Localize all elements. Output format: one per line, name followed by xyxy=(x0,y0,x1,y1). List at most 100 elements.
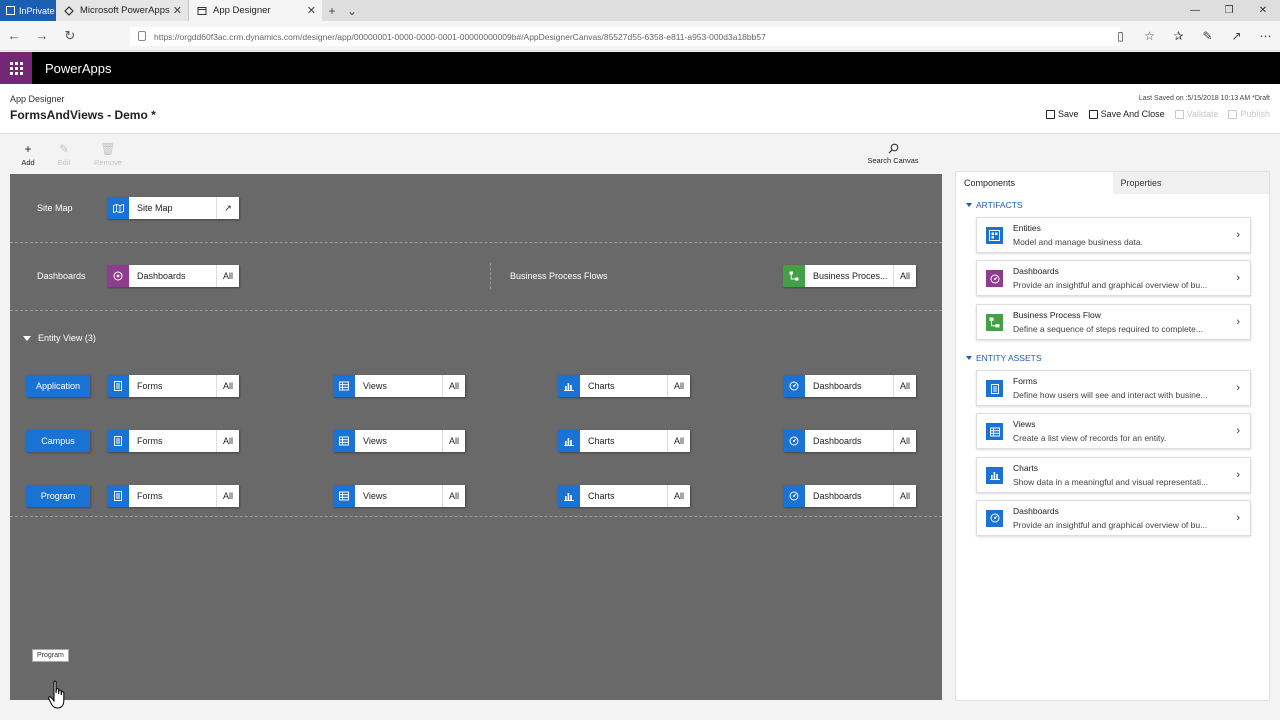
component-card-charts[interactable]: Charts Show data in a meaningful and visu… xyxy=(976,456,1251,493)
edit-button[interactable]: ✎ Edit xyxy=(44,143,84,167)
business-process-flows-tile[interactable]: Business Proces... All xyxy=(783,265,916,287)
tab-components[interactable]: Components xyxy=(956,172,1113,194)
refresh-icon[interactable]: ↻ xyxy=(56,28,84,44)
forms-tile[interactable]: Forms All xyxy=(107,430,239,452)
new-tab-icon[interactable]: + xyxy=(322,0,342,21)
browser-tab-app-designer[interactable]: App Designer ✕ xyxy=(189,0,322,21)
card-description: Create a list view of records for an ent… xyxy=(1013,433,1167,444)
chart-icon xyxy=(986,466,1003,484)
card-title: Dashboards xyxy=(1013,505,1059,516)
address-input[interactable]: https://orgdd60f3ac.crm.dynamics.com/des… xyxy=(130,27,1120,46)
entity-tooltip: Program xyxy=(32,649,69,662)
all-selector[interactable]: All xyxy=(667,375,690,397)
all-selector[interactable]: All xyxy=(216,485,239,507)
all-selector[interactable]: All xyxy=(442,375,465,397)
entity-view-header[interactable]: Entity View (3) xyxy=(38,333,96,343)
chart-icon xyxy=(558,375,580,397)
charts-tile[interactable]: Charts All xyxy=(558,485,690,507)
all-selector[interactable]: All xyxy=(667,430,690,452)
forms-tile[interactable]: Forms All xyxy=(107,485,239,507)
dashboard-icon xyxy=(783,430,805,452)
form-icon xyxy=(107,430,129,452)
chevron-right-icon: › xyxy=(1236,229,1240,241)
card-title: Views xyxy=(1013,419,1036,430)
forms-tile[interactable]: Forms All xyxy=(107,375,239,397)
collapse-chevron-icon[interactable] xyxy=(23,336,31,341)
component-card-dashboards[interactable]: Dashboards Provide an insightful and grap… xyxy=(976,260,1251,297)
brand-name[interactable]: PowerApps xyxy=(32,61,111,76)
chevron-right-icon: › xyxy=(1236,272,1240,285)
tab-close-icon[interactable]: ✕ xyxy=(173,4,182,17)
browser-tab-powerapps[interactable]: Microsoft PowerApps ✕ xyxy=(56,0,189,21)
share-icon[interactable]: ↗ xyxy=(1222,21,1251,51)
reading-view-icon[interactable]: ▯ xyxy=(1106,21,1135,51)
forward-icon[interactable]: → xyxy=(28,28,56,43)
all-selector[interactable]: All xyxy=(216,265,239,287)
entities-icon xyxy=(986,227,1003,244)
all-selector[interactable]: All xyxy=(893,375,916,397)
all-selector[interactable]: All xyxy=(442,430,465,452)
entity-button-application[interactable]: Application xyxy=(26,375,90,397)
save-button[interactable]: Save xyxy=(1046,109,1079,119)
tab-list-chevron-icon[interactable]: ⌄ xyxy=(342,0,362,21)
add-button[interactable]: + Add xyxy=(8,143,48,167)
site-map-tile[interactable]: Site Map ↗ xyxy=(107,197,239,219)
publish-button[interactable]: Publish xyxy=(1228,109,1270,119)
all-selector[interactable]: All xyxy=(893,485,916,507)
favorites-hub-icon[interactable]: ✰ xyxy=(1164,21,1193,51)
all-selector[interactable]: All xyxy=(216,375,239,397)
all-selector[interactable]: All xyxy=(442,485,465,507)
component-card-business-process-flow[interactable]: Business Process Flow Define a sequence o… xyxy=(976,303,1251,340)
map-icon xyxy=(107,197,129,219)
dashboards-tile[interactable]: Dashboards All xyxy=(783,375,916,397)
page-favicon-icon xyxy=(197,6,207,15)
entity-button-program[interactable]: Program xyxy=(26,485,90,507)
dashboards-tile[interactable]: Dashboards All xyxy=(783,430,916,452)
app-designer-canvas: Site Map Site Map ↗ Dashboards Dashboard… xyxy=(10,174,942,709)
save-icon xyxy=(1046,109,1056,119)
form-icon xyxy=(107,485,129,507)
component-card-forms[interactable]: Forms Define how users will see and inter… xyxy=(976,370,1251,406)
artifacts-section-header[interactable]: ARTIFACTS xyxy=(966,200,1023,210)
powerapps-favicon-icon xyxy=(64,5,74,16)
card-title: Business Process Flow xyxy=(1013,309,1101,320)
tab-properties[interactable]: Properties xyxy=(1112,172,1269,194)
favorite-star-icon[interactable]: ☆ xyxy=(1135,21,1164,51)
back-icon[interactable]: ← xyxy=(0,28,28,43)
remove-button[interactable]: 🗑 Remove xyxy=(88,143,128,167)
open-site-map-designer-icon[interactable]: ↗ xyxy=(216,197,239,219)
component-card-dashboards[interactable]: Dashboards Provide an insightful and grap… xyxy=(976,499,1251,536)
views-tile[interactable]: Views All xyxy=(333,485,465,507)
entity-assets-section-header[interactable]: ENTITY ASSETS xyxy=(966,353,1042,363)
dashboards-tile[interactable]: Dashboards All xyxy=(783,485,916,507)
pen-icon[interactable]: ✎ xyxy=(1193,21,1222,51)
card-description: Show data in a meaningful and visual rep… xyxy=(1013,476,1209,487)
charts-tile[interactable]: Charts All xyxy=(558,375,690,397)
views-tile[interactable]: Views All xyxy=(333,430,465,452)
publish-icon xyxy=(1228,109,1238,119)
chevron-right-icon: › xyxy=(1236,382,1240,394)
all-selector[interactable]: All xyxy=(667,485,690,507)
component-card-entities[interactable]: Entities Model and manage business data. › xyxy=(976,217,1251,253)
all-selector[interactable]: All xyxy=(893,265,916,287)
window-close-icon[interactable]: ✕ xyxy=(1246,0,1280,21)
component-card-views[interactable]: Views Create a list view of records for a… xyxy=(976,413,1251,450)
search-canvas-button[interactable]: Search Canvas xyxy=(866,143,920,165)
bpf-row-label: Business Process Flows xyxy=(510,271,608,281)
charts-tile[interactable]: Charts All xyxy=(558,430,690,452)
card-description: Provide an insightful and graphical over… xyxy=(1013,280,1208,291)
views-tile[interactable]: Views All xyxy=(333,375,465,397)
view-icon xyxy=(333,375,355,397)
entity-button-campus[interactable]: Campus xyxy=(26,430,90,452)
minimize-icon[interactable]: — xyxy=(1178,0,1212,21)
save-and-close-button[interactable]: Save And Close xyxy=(1088,109,1165,119)
validate-button[interactable]: Validate xyxy=(1174,109,1218,119)
more-icon[interactable]: ⋯ xyxy=(1251,21,1280,51)
app-launcher-icon[interactable] xyxy=(0,52,32,84)
all-selector[interactable]: All xyxy=(893,430,916,452)
dashboards-tile[interactable]: Dashboards All xyxy=(107,265,239,287)
all-selector[interactable]: All xyxy=(216,430,239,452)
restore-icon[interactable]: ❐ xyxy=(1212,0,1246,21)
view-icon xyxy=(333,430,355,452)
tab-close-icon[interactable]: ✕ xyxy=(307,4,316,17)
